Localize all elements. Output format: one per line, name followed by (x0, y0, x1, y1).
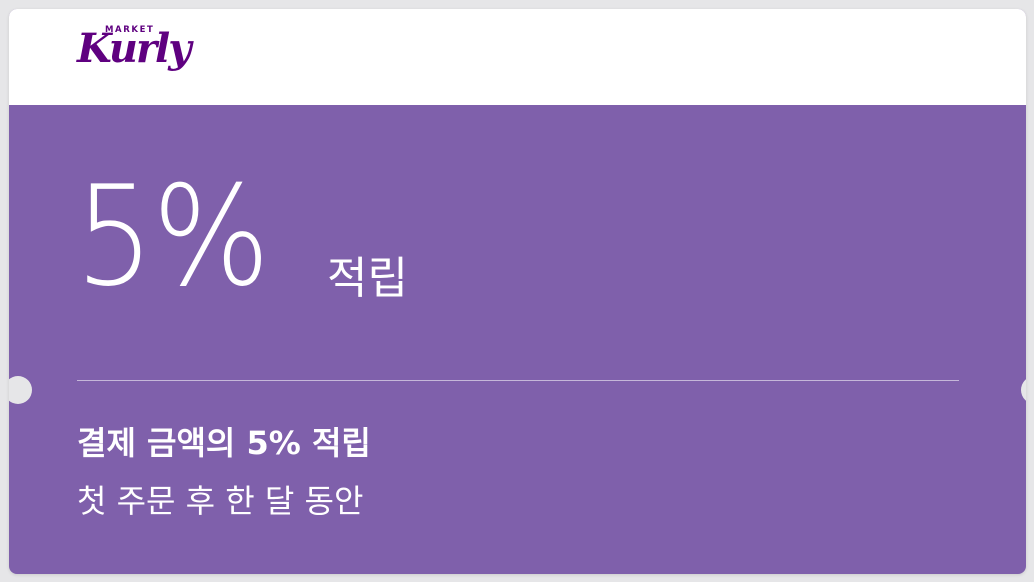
coupon-body: 5% 적립 결제 금액의 5% 적립 첫 주문 후 한 달 동안 (9, 105, 1026, 574)
coupon-value: 5% (75, 156, 270, 317)
coupon-divider (77, 380, 959, 381)
coupon-header: MARKET Kurly (9, 9, 1026, 105)
logo-kurly-text: Kurly (77, 25, 191, 72)
coupon-card: MARKET Kurly 5% 적립 결제 금액의 5% 적립 첫 주문 후 한… (9, 9, 1026, 574)
coupon-description-title: 결제 금액의 5% 적립 (77, 424, 371, 462)
coupon-description-condition: 첫 주문 후 한 달 동안 (77, 482, 364, 520)
coupon-value-suffix: 적립 (327, 253, 408, 304)
market-kurly-logo: MARKET Kurly (77, 23, 197, 93)
